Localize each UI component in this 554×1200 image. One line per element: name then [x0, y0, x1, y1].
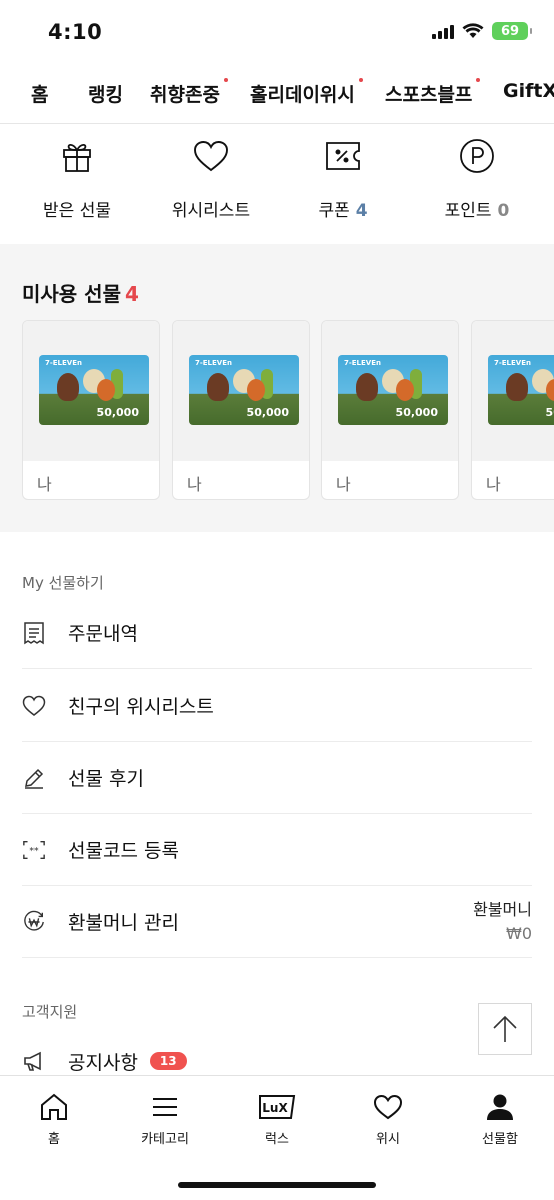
cellular-signal-icon: [432, 23, 454, 39]
nav-lux[interactable]: LuX 럭스: [222, 1092, 332, 1147]
nav-category[interactable]: 카테고리: [110, 1092, 220, 1147]
tab-home[interactable]: 홈: [31, 80, 48, 107]
unused-gifts-title: 미사용 선물 4: [22, 282, 139, 306]
lux-icon: LuX: [259, 1095, 296, 1119]
point-icon: [460, 139, 494, 173]
coupon-count: 4: [355, 201, 368, 221]
new-dot: [358, 78, 363, 82]
nav-label: 위시: [376, 1132, 400, 1147]
gift-sender: 나: [336, 475, 351, 494]
nav-label: 카테고리: [141, 1132, 189, 1147]
menu-label: 공지사항: [68, 1051, 138, 1074]
support-section-label: 고객지원: [22, 1003, 78, 1021]
new-dot: [223, 78, 228, 82]
gift-thumbnail: 7-ELEVEn 50,000: [472, 321, 554, 461]
menu-label: 친구의 위시리스트: [68, 696, 214, 718]
gift-sender: 나: [187, 475, 202, 494]
tab-taste[interactable]: 취향존중: [150, 78, 228, 107]
status-indicators: 69: [432, 22, 532, 40]
menu-refund-money[interactable]: 환불머니 관리 환불머니 ₩0: [22, 886, 532, 958]
gift-thumbnail: 7-ELEVEn 50,000: [322, 321, 458, 461]
quick-label: 포인트: [444, 201, 492, 221]
quick-label: 받은 선물: [43, 201, 111, 221]
refund-money-amount: ₩0: [506, 923, 532, 943]
gift-thumbnail: 7-ELEVEn 50,000: [23, 321, 159, 461]
menu-label: 환불머니 관리: [68, 912, 179, 934]
pencil-icon: [25, 768, 44, 789]
gift-thumbnail: 7-ELEVEn 50,000: [173, 321, 309, 461]
gift-voucher-image: 7-ELEVEn 50,000: [189, 355, 299, 425]
menu-order-history[interactable]: 주문내역: [22, 597, 532, 669]
gift-voucher-image: 7-ELEVEn 50,000: [338, 355, 448, 425]
refund-money-icon: [24, 910, 44, 931]
category-tabs: 홈 랭킹 취향존중 홀리데이위시 스포츠블프 GiftX: [0, 66, 554, 124]
heart-icon: [373, 1094, 403, 1120]
point-count: 0: [497, 201, 510, 221]
home-icon: [41, 1093, 67, 1120]
gift-card[interactable]: 7-ELEVEn 50,000 나: [172, 320, 310, 500]
nav-label: 선물함: [482, 1132, 518, 1147]
tab-ranking[interactable]: 랭킹: [88, 80, 123, 107]
tab-sports-black-friday[interactable]: 스포츠블프: [385, 78, 481, 107]
tab-holiday-wish[interactable]: 홀리데이위시: [250, 78, 363, 107]
received-gifts-button[interactable]: 받은 선물: [8, 136, 146, 221]
gift-sender: 나: [486, 475, 501, 494]
heart-outline-icon: [22, 695, 46, 716]
wishlist-button[interactable]: 위시리스트: [142, 136, 280, 221]
heart-icon: [194, 141, 228, 172]
coupon-button[interactable]: 쿠폰 4: [274, 136, 412, 221]
nav-gift-box[interactable]: 선물함: [445, 1092, 554, 1147]
gift-card[interactable]: 7-ELEVEn 50,000 나: [471, 320, 554, 500]
quick-label: 위시리스트: [171, 201, 251, 221]
svg-text:**: **: [29, 845, 39, 856]
menu-gift-review[interactable]: 선물 후기: [22, 742, 532, 814]
nav-label: 홈: [48, 1132, 60, 1147]
menu-label: 주문내역: [68, 623, 138, 645]
my-gift-section-label: My 선물하기: [22, 574, 104, 592]
nav-label: 럭스: [265, 1132, 289, 1147]
receipt-icon: [24, 621, 44, 644]
arrow-up-icon: [493, 1015, 517, 1042]
menu-label: 선물 후기: [68, 768, 144, 790]
gift-icon: [63, 143, 91, 172]
code-icon: **: [23, 840, 45, 859]
unused-gift-count: 4: [124, 282, 139, 306]
nav-home[interactable]: 홈: [0, 1092, 109, 1147]
scroll-to-top-button[interactable]: [478, 1003, 532, 1055]
new-dot: [476, 78, 481, 82]
quick-menu: 받은 선물 위시리스트 쿠폰 4 포인트 0: [0, 124, 554, 244]
tab-giftx[interactable]: GiftX: [503, 80, 554, 102]
gift-voucher-image: 7-ELEVEn 50,000: [39, 355, 149, 425]
menu-icon: [153, 1098, 177, 1116]
notice-count-badge: 13: [149, 1052, 187, 1070]
svg-text:LuX: LuX: [262, 1101, 288, 1115]
refund-money-label: 환불머니: [473, 899, 532, 919]
gift-card[interactable]: 7-ELEVEn 50,000 나: [321, 320, 459, 500]
bottom-navigation: 홈 카테고리 LuX 럭스 위시 선물함: [0, 1075, 554, 1200]
megaphone-icon: [24, 1051, 41, 1071]
gift-card[interactable]: 7-ELEVEn 50,000 나: [22, 320, 160, 500]
points-button[interactable]: 포인트 0: [408, 136, 546, 221]
home-indicator: [178, 1182, 376, 1188]
menu-label: 선물코드 등록: [68, 840, 179, 862]
person-icon: [487, 1094, 513, 1120]
refund-money-summary: 환불머니 ₩0: [473, 898, 532, 946]
status-time: 4:10: [48, 20, 103, 44]
menu-friends-wishlist[interactable]: 친구의 위시리스트: [22, 670, 532, 742]
menu-gift-code-register[interactable]: ** 선물코드 등록: [22, 814, 532, 886]
gift-voucher-image: 7-ELEVEn 50,000: [488, 355, 554, 425]
gift-sender: 나: [37, 475, 52, 494]
battery-icon: 69: [492, 22, 532, 40]
wifi-icon: [462, 23, 484, 38]
coupon-icon: [326, 142, 360, 170]
nav-wish[interactable]: 위시: [333, 1092, 443, 1147]
status-bar: 4:10 69: [0, 0, 554, 66]
quick-label: 쿠폰: [318, 201, 350, 221]
unused-gifts-section: 미사용 선물 4 7-ELEVEn 50,000 나 7-ELEVEn 50,00…: [0, 244, 554, 532]
